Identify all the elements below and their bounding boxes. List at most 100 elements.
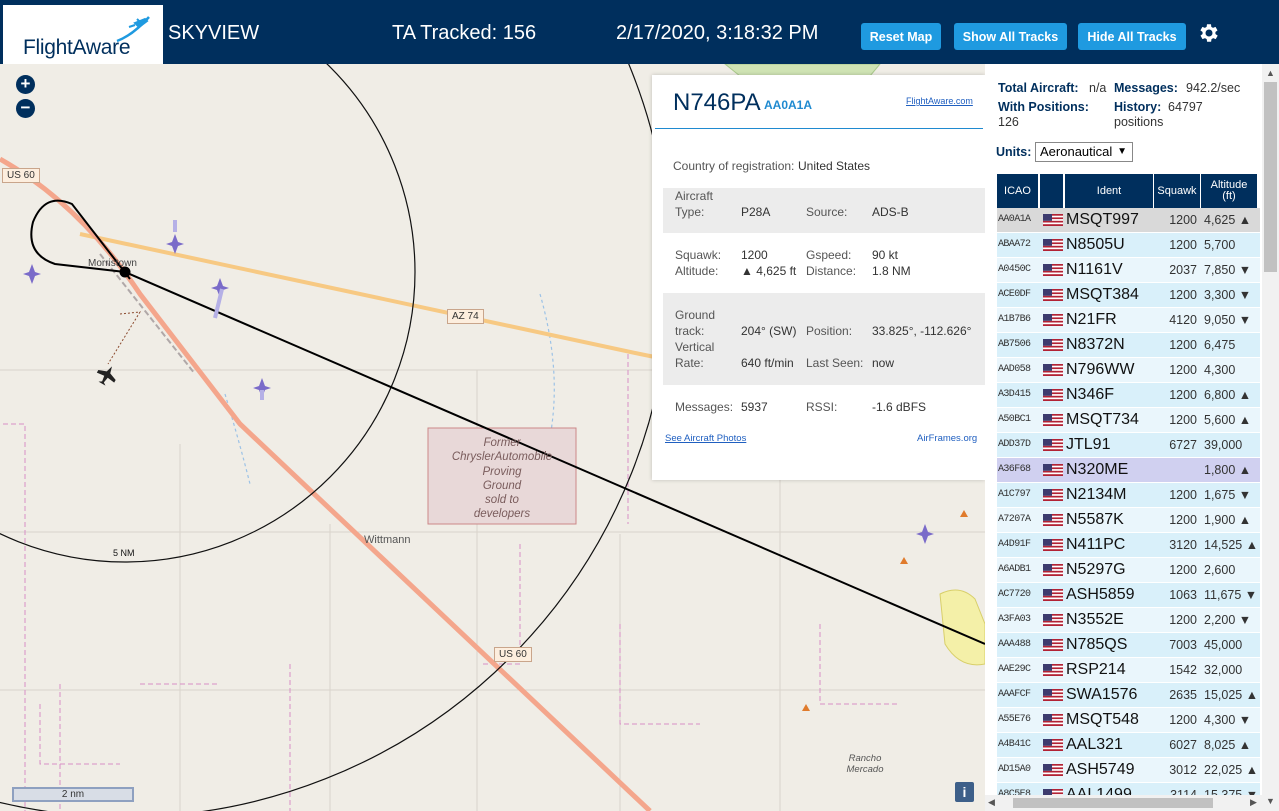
units-select[interactable]: Aeronautical ▼ <box>1035 142 1133 162</box>
icao-cell: AAE29C <box>998 664 1031 675</box>
gear-icon[interactable] <box>1196 21 1220 45</box>
show-all-tracks-button[interactable]: Show All Tracks <box>954 23 1067 50</box>
rssi-value: -1.6 dBFS <box>872 400 927 414</box>
altitude-cell: 4,300 ▼ <box>1204 713 1252 727</box>
squawk-cell: 3120 <box>1169 538 1197 552</box>
scroll-left-icon[interactable]: ◀ <box>988 797 995 808</box>
map-scale-bar: 2 nm <box>12 787 134 802</box>
ident-cell: AAL321 <box>1066 736 1123 753</box>
squawk-cell: 1200 <box>1169 613 1197 627</box>
altitude-cell: 8,025 ▲ <box>1204 738 1252 752</box>
flightaware-link[interactable]: FlightAware.com <box>906 96 973 106</box>
table-row[interactable]: A55E76 MSQT548 1200 4,300 ▼ <box>997 708 1260 733</box>
altitude-label: Altitude: <box>675 264 719 278</box>
icao-cell: AA0A1A <box>998 214 1031 225</box>
table-row[interactable]: AAAFCF SWA1576 2635 15,025 ▲ <box>997 683 1260 708</box>
scroll-down-icon[interactable]: ▼ <box>1266 796 1275 806</box>
ident-cell: RSP214 <box>1066 661 1126 678</box>
altitude-cell: 9,050 ▼ <box>1204 313 1252 327</box>
icao-cell: AAAFCF <box>998 689 1031 700</box>
table-row[interactable]: A1B7B6 N21FR 4120 9,050 ▼ <box>997 308 1260 333</box>
table-row[interactable]: ACE0DF MSQT384 1200 3,300 ▼ <box>997 283 1260 308</box>
us-flag-icon <box>1043 639 1063 651</box>
table-row[interactable]: ABAA72 N8505U 1200 5,700 <box>997 233 1260 258</box>
altitude-cell: 2,600 <box>1204 563 1236 577</box>
us-flag-icon <box>1043 214 1063 226</box>
altitude-cell: 6,800 ▲ <box>1204 388 1252 402</box>
table-row[interactable]: A4B41C AAL321 6027 8,025 ▲ <box>997 733 1260 758</box>
ident-cell: N411PC <box>1066 536 1126 553</box>
table-row[interactable]: A4D91F N411PC 3120 14,525 ▲ <box>997 533 1260 558</box>
vertical-rate-value: 640 ft/min <box>741 356 794 370</box>
table-row[interactable]: AAE29C RSP214 1542 32,000 <box>997 658 1260 683</box>
table-row[interactable]: A3D415 N346F 1200 6,800 ▲ <box>997 383 1260 408</box>
squawk-cell: 1542 <box>1169 663 1197 677</box>
hide-all-tracks-button[interactable]: Hide All Tracks <box>1078 23 1186 50</box>
icao-cell: A0450C <box>998 264 1031 275</box>
table-row[interactable]: AAA488 N785QS 7003 45,000 <box>997 633 1260 658</box>
aircraft-type-label: Aircraft <box>675 189 714 203</box>
flag-cell <box>1041 683 1063 707</box>
history-value-unit: positions <box>1114 115 1164 129</box>
total-aircraft-value: n/a <box>1089 81 1107 95</box>
altitude-cell: 7,850 ▼ <box>1204 263 1252 277</box>
ground-track-label-2: track: <box>675 324 705 338</box>
with-positions-label: With Positions: <box>998 100 1089 114</box>
us-flag-icon <box>1043 339 1063 351</box>
flag-cell <box>1041 208 1063 232</box>
table-row[interactable]: A36F68 N320ME 1,800 ▲ <box>997 458 1260 483</box>
icao-cell: A4B41C <box>998 739 1031 750</box>
source-value: ADS-B <box>872 205 909 219</box>
table-row[interactable]: A1C797 N2134M 1200 1,675 ▼ <box>997 483 1260 508</box>
us-flag-icon <box>1043 389 1063 401</box>
zoom-out-button[interactable]: − <box>16 99 35 118</box>
horizontal-scroll-thumb[interactable] <box>1013 798 1213 808</box>
col-icao[interactable]: ICAO <box>997 174 1039 208</box>
map-label-morristown: Morristown <box>88 258 137 269</box>
squawk-cell: 1200 <box>1169 513 1197 527</box>
zoom-in-button[interactable]: + <box>16 75 35 94</box>
scroll-right-icon[interactable]: ▶ <box>1250 797 1257 808</box>
table-row[interactable]: AA0A1A MSQT997 1200 4,625 ▲ <box>997 208 1260 233</box>
ident-cell: N8505U <box>1066 236 1125 253</box>
info-icon[interactable]: i <box>955 782 974 802</box>
altitude-cell: 15,025 ▲ <box>1204 688 1259 702</box>
icao-cell: AAA488 <box>998 639 1031 650</box>
country-label: Country of registration: <box>673 159 795 173</box>
reset-map-button[interactable]: Reset Map <box>861 23 941 50</box>
col-ident[interactable]: Ident <box>1065 174 1154 208</box>
table-row[interactable]: A0450C N1161V 2037 7,850 ▼ <box>997 258 1260 283</box>
vertical-scroll-thumb[interactable] <box>1264 82 1277 272</box>
us-flag-icon <box>1043 714 1063 726</box>
table-row[interactable]: ADD37D JTL91 6727 39,000 <box>997 433 1260 458</box>
table-row[interactable]: AC7720 ASH5859 1063 11,675 ▼ <box>997 583 1260 608</box>
table-row[interactable]: A6ADB1 N5297G 1200 2,600 <box>997 558 1260 583</box>
airframes-link[interactable]: AirFrames.org <box>917 433 977 444</box>
table-row[interactable]: A50BC1 MSQT734 1200 5,600 ▲ <box>997 408 1260 433</box>
scroll-up-icon[interactable]: ▲ <box>1266 68 1275 78</box>
table-row[interactable]: A7207A N5587K 1200 1,900 ▲ <box>997 508 1260 533</box>
flag-cell <box>1041 633 1063 657</box>
ident-cell: N346F <box>1066 386 1115 403</box>
aircraft-photos-link[interactable]: See Aircraft Photos <box>665 433 746 444</box>
us-flag-icon <box>1043 439 1063 451</box>
squawk-label: Squawk: <box>675 248 722 262</box>
vertical-scrollbar[interactable]: ▲ ▼ <box>1262 64 1279 811</box>
position-label: Position: <box>806 324 853 338</box>
selected-aircraft-popup: N746PA AA0A1A FlightAware.com Country of… <box>652 75 985 480</box>
flightaware-logo[interactable]: FlightAware <box>3 5 163 64</box>
altitude-cell: 32,000 <box>1204 663 1243 677</box>
horizontal-scrollbar[interactable]: ◀ ▶ <box>985 795 1262 811</box>
col-altitude[interactable]: Altitude (ft) <box>1201 174 1258 208</box>
selected-aircraft-icon[interactable] <box>93 361 120 388</box>
total-aircraft-label: Total Aircraft: <box>998 81 1079 95</box>
table-row[interactable]: A3FA03 N3552E 1200 2,200 ▼ <box>997 608 1260 633</box>
col-squawk[interactable]: Squawk <box>1154 174 1201 208</box>
table-row[interactable]: AAD058 N796WW 1200 4,300 <box>997 358 1260 383</box>
us-flag-icon <box>1043 264 1063 276</box>
col-flag[interactable] <box>1040 174 1064 208</box>
table-row[interactable]: AD15A0 ASH5749 3012 22,025 ▲ <box>997 758 1260 783</box>
table-row[interactable]: AB7506 N8372N 1200 6,475 <box>997 333 1260 358</box>
vertical-rate-label-2: Rate: <box>675 356 704 370</box>
us-flag-icon <box>1043 564 1063 576</box>
